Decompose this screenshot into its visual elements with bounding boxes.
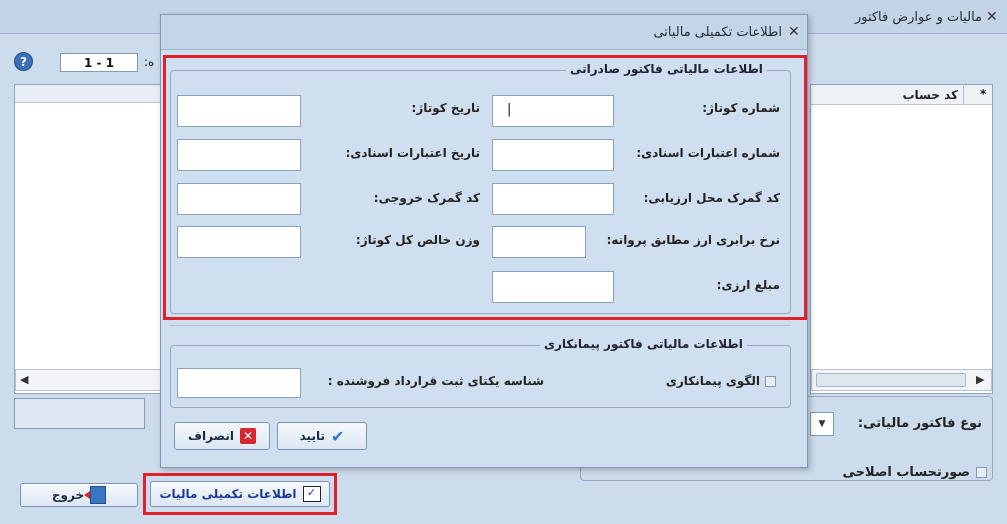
cancel-button-label: انصراف [188, 429, 234, 443]
account-grid[interactable] [810, 84, 993, 394]
left-list-panel[interactable] [14, 84, 163, 394]
currency-amount-input[interactable] [492, 271, 614, 303]
main-window-title: ماليات و عوارض فاکتور [854, 10, 982, 25]
scroll-left-arrow-icon[interactable]: ◀ [20, 373, 28, 386]
dropdown-arrow-icon: ▼ [818, 419, 826, 429]
customs-eval-code-label: کد گمرک محل ارزیابی: [643, 191, 780, 205]
left-horizontal-scrollbar[interactable] [15, 369, 162, 391]
text-cursor: | [507, 102, 512, 117]
net-weight-input[interactable] [177, 226, 301, 258]
extra-tax-info-label: اطلاعات تکمیلی مالیات [159, 487, 297, 501]
page-indicator: 1 - 1 [60, 53, 138, 72]
tax-type-dropdown[interactable]: ▼ [810, 412, 834, 436]
checkmark-icon: ✔ [330, 426, 345, 446]
help-icon[interactable]: ? [14, 52, 33, 71]
exit-customs-code-label: کد گمرک خروجی: [373, 191, 480, 205]
corrective-invoice-label: صورتحساب اصلاحی [842, 465, 970, 480]
currency-amount-label: مبلغ ارزی: [716, 278, 780, 292]
doc-credit-number-input[interactable] [492, 139, 614, 171]
cotage-number-label: شماره کوتاژ: [702, 101, 780, 115]
column-account-code: کد حساب [902, 88, 958, 102]
cotage-number-input[interactable]: | [492, 95, 614, 127]
main-close-icon[interactable]: ✕ [986, 9, 998, 25]
exit-customs-code-input[interactable] [177, 183, 301, 215]
exchange-rate-input[interactable] [492, 226, 586, 258]
seller-contract-id-input[interactable] [177, 368, 301, 398]
doc-credit-date-label: تاریخ اعتبارات اسنادی: [345, 146, 480, 160]
left-list-header [15, 85, 162, 103]
doc-credit-date-input[interactable] [177, 139, 301, 171]
exit-button[interactable]: خروج [20, 483, 138, 507]
bottom-left-field[interactable] [14, 398, 145, 429]
tax-invoice-type-label: نوع فاکتور مالیاتی: [857, 416, 982, 431]
exit-door-icon [84, 486, 107, 504]
net-weight-label: وزن خالص کل کوتاژ: [355, 233, 480, 247]
customs-eval-code-input[interactable] [492, 183, 614, 215]
cancel-button[interactable]: انصراف ✕ [174, 422, 270, 450]
column-marker: * [980, 87, 987, 101]
contract-pattern-checkbox[interactable] [765, 376, 776, 387]
help-symbol: ? [20, 54, 27, 69]
dialog-title: اطلاعات تکمیلی مالیاتی [653, 25, 782, 40]
exit-button-label: خروج [51, 488, 85, 502]
corrective-invoice-checkbox[interactable] [976, 467, 987, 478]
export-group-legend: اطلاعات مالیاتی فاکتور صادراتی [566, 62, 767, 76]
confirm-button[interactable]: تایید ✔ [277, 422, 367, 450]
exchange-rate-label: نرخ برابری ارز مطابق پروانه: [606, 233, 780, 247]
page-suffix: :ه [144, 55, 155, 69]
dialog-close-icon[interactable]: ✕ [788, 24, 800, 40]
cotage-date-input[interactable] [177, 95, 301, 127]
section-divider [170, 325, 791, 326]
extra-tax-info-button[interactable]: اطلاعات تکمیلی مالیات ✓ [150, 481, 330, 507]
confirm-button-label: تایید [299, 429, 325, 443]
cancel-x-icon: ✕ [239, 428, 256, 444]
page-indicator-text: 1 - 1 [83, 55, 115, 70]
scroll-right-arrow-icon[interactable]: ▶ [976, 373, 984, 386]
doc-credit-number-label: شماره اعتبارات اسنادی: [636, 146, 780, 160]
cotage-date-label: تاریخ کوتاژ: [411, 101, 480, 115]
contract-group-legend: اطلاعات مالیاتی فاکتور پیمانکاری [540, 337, 747, 351]
column-divider [963, 86, 964, 104]
seller-contract-id-label: شناسه یکتای ثبت قرارداد فروشنده : [327, 374, 544, 388]
checklist-icon: ✓ [302, 486, 321, 502]
scroll-thumb[interactable] [816, 373, 966, 387]
contract-pattern-label: الگوی پیمانکاری [665, 374, 760, 388]
